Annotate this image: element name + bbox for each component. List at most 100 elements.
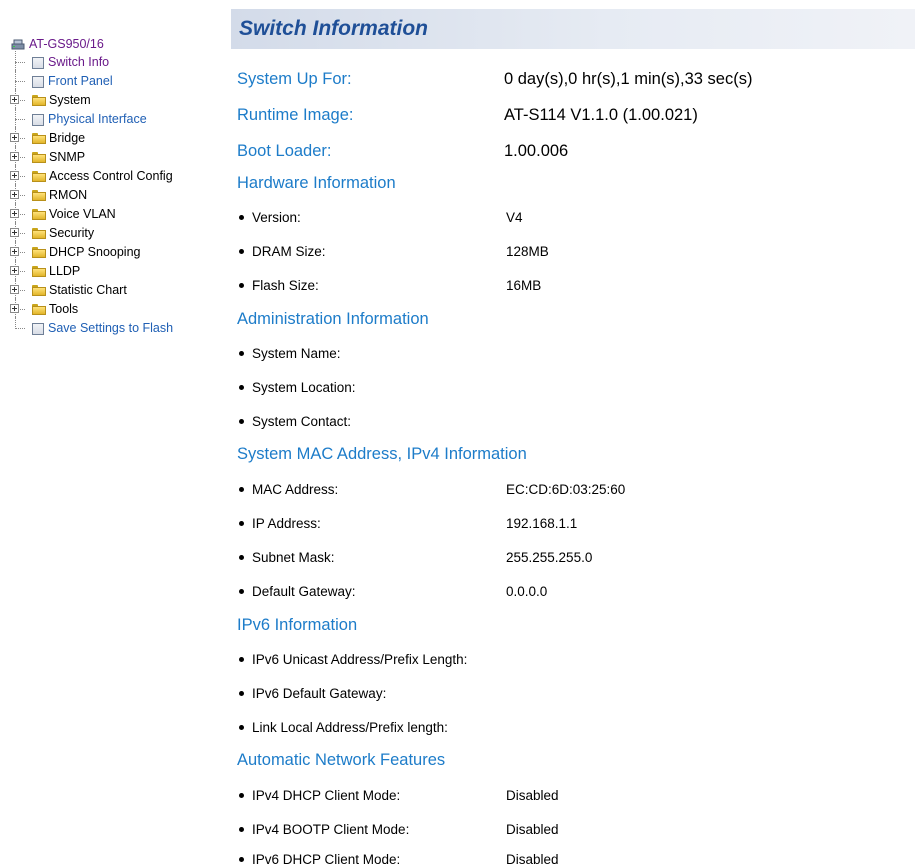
tree-item-dhcp-snooping[interactable]: DHCP Snooping	[8, 241, 228, 262]
tree-item-label: RMON	[49, 188, 88, 202]
version-value: V4	[506, 210, 523, 225]
expand-plus-icon[interactable]	[10, 133, 19, 142]
ipv6-unicast-row: IPv6 Unicast Address/Prefix Length:	[237, 652, 467, 667]
page-title: Switch Information	[239, 17, 428, 40]
dram-value: 128MB	[506, 244, 549, 259]
flash-row: Flash Size: 16MB	[237, 278, 541, 293]
tree-item-label: Statistic Chart	[49, 283, 127, 297]
uptime-row: System Up For: 0 day(s),0 hr(s),1 min(s)…	[237, 70, 752, 89]
tree-item-front-panel[interactable]: Front Panel	[8, 70, 228, 91]
tree-item-lldp[interactable]: LLDP	[8, 260, 228, 281]
expand-plus-icon[interactable]	[10, 171, 19, 180]
tree-item-physical-interface[interactable]: Physical Interface	[8, 108, 228, 129]
ipv4-section-title: System MAC Address, IPv4 Information	[237, 445, 527, 463]
dram-row: DRAM Size: 128MB	[237, 244, 549, 259]
system-contact-label: System Contact:	[252, 414, 352, 429]
tree-item-label: LLDP	[49, 264, 81, 278]
tree-connector	[8, 146, 32, 167]
tree-item-security[interactable]: Security	[8, 222, 228, 243]
tree-connector	[8, 222, 32, 243]
folder-icon	[32, 95, 46, 106]
ip-row: IP Address: 192.168.1.1	[237, 516, 577, 531]
bullet-icon	[239, 826, 244, 832]
page-icon	[32, 56, 44, 69]
bullet-icon	[239, 520, 244, 526]
bullet-icon	[239, 554, 244, 560]
bullet-icon	[239, 792, 244, 798]
tree-item-tools[interactable]: Tools	[8, 298, 228, 319]
gateway-value: 0.0.0.0	[506, 584, 548, 599]
bullet-icon	[239, 248, 244, 254]
tree-item-snmp[interactable]: SNMP	[8, 146, 228, 167]
tree-root[interactable]: AT-GS950/16	[11, 36, 228, 53]
tree-connector	[8, 279, 32, 300]
hardware-section-title: Hardware Information	[237, 174, 396, 192]
folder-icon	[32, 228, 46, 239]
runtime-row: Runtime Image: AT-S114 V1.1.0 (1.00.021)	[237, 106, 698, 125]
folder-icon	[32, 152, 46, 163]
tree-item-access-control-config[interactable]: Access Control Config	[8, 165, 228, 186]
bullet-icon	[239, 588, 244, 594]
tree-item-label: Save Settings to Flash	[48, 321, 174, 335]
flash-value: 16MB	[506, 278, 542, 293]
expand-plus-icon[interactable]	[10, 304, 19, 313]
expand-plus-icon[interactable]	[10, 152, 19, 161]
tree-item-label: Bridge	[49, 131, 86, 145]
ipv6-section-title: IPv6 Information	[237, 616, 358, 634]
tree-item-label: Security	[49, 226, 95, 240]
boot-label: Boot Loader:	[237, 142, 332, 160]
expand-plus-icon[interactable]	[10, 228, 19, 237]
system-name-row: System Name:	[237, 346, 341, 361]
tree-item-statistic-chart[interactable]: Statistic Chart	[8, 279, 228, 300]
bullet-icon	[239, 724, 244, 730]
dhcp6-value: Disabled	[506, 852, 559, 867]
tree-item-label: Front Panel	[48, 74, 113, 88]
gateway-row: Default Gateway: 0.0.0.0	[237, 584, 547, 599]
system-name-label: System Name:	[252, 346, 341, 361]
tree-item-label: Voice VLAN	[49, 207, 116, 221]
tree-item-bridge[interactable]: Bridge	[8, 127, 228, 148]
folder-icon	[32, 304, 46, 315]
folder-icon	[32, 133, 46, 144]
system-location-label: System Location:	[252, 380, 356, 395]
tree-item-rmon[interactable]: RMON	[8, 184, 228, 205]
ip-value: 192.168.1.1	[506, 516, 578, 531]
bullet-icon	[239, 384, 244, 390]
auto-section-title: Automatic Network Features	[237, 751, 446, 769]
tree-item-label: Tools	[49, 302, 79, 316]
page-icon	[32, 75, 44, 88]
tree-item-label: Switch Info	[48, 55, 110, 69]
tree-item-switch-info[interactable]: Switch Info	[8, 51, 228, 72]
folder-icon	[32, 266, 46, 277]
tree-item-voice-vlan[interactable]: Voice VLAN	[8, 203, 228, 224]
mac-value: EC:CD:6D:03:25:60	[506, 482, 626, 497]
subnet-value: 255.255.255.0	[506, 550, 593, 565]
tree-connector	[8, 241, 32, 262]
folder-icon	[32, 285, 46, 296]
dhcp4-row: IPv4 DHCP Client Mode: Disabled	[237, 788, 559, 803]
bullet-icon	[239, 418, 244, 424]
system-location-row: System Location:	[237, 380, 356, 395]
gateway-label: Default Gateway:	[252, 584, 356, 599]
tree-connector	[8, 89, 32, 110]
bullet-icon	[239, 690, 244, 696]
mac-label: MAC Address:	[252, 482, 339, 497]
expand-plus-icon[interactable]	[10, 190, 19, 199]
folder-icon	[32, 209, 46, 220]
folder-icon	[32, 247, 46, 258]
mac-row: MAC Address: EC:CD:6D:03:25:60	[237, 482, 625, 497]
tree-item-save-settings[interactable]: Save Settings to Flash	[8, 317, 228, 338]
tree-connector	[8, 51, 32, 72]
expand-plus-icon[interactable]	[10, 266, 19, 275]
link-local-label: Link Local Address/Prefix length:	[252, 720, 448, 735]
admin-section-title: Administration Information	[237, 310, 429, 328]
dhcp6-row: IPv6 DHCP Client Mode: Disabled	[237, 852, 559, 867]
tree-item-system[interactable]: System	[8, 89, 228, 110]
bullet-icon	[239, 486, 244, 492]
ipv6-unicast-label: IPv6 Unicast Address/Prefix Length:	[252, 652, 468, 667]
link-local-row: Link Local Address/Prefix length:	[237, 720, 448, 735]
expand-plus-icon[interactable]	[10, 247, 19, 256]
expand-plus-icon[interactable]	[10, 285, 19, 294]
expand-plus-icon[interactable]	[10, 209, 19, 218]
expand-plus-icon[interactable]	[10, 95, 19, 104]
